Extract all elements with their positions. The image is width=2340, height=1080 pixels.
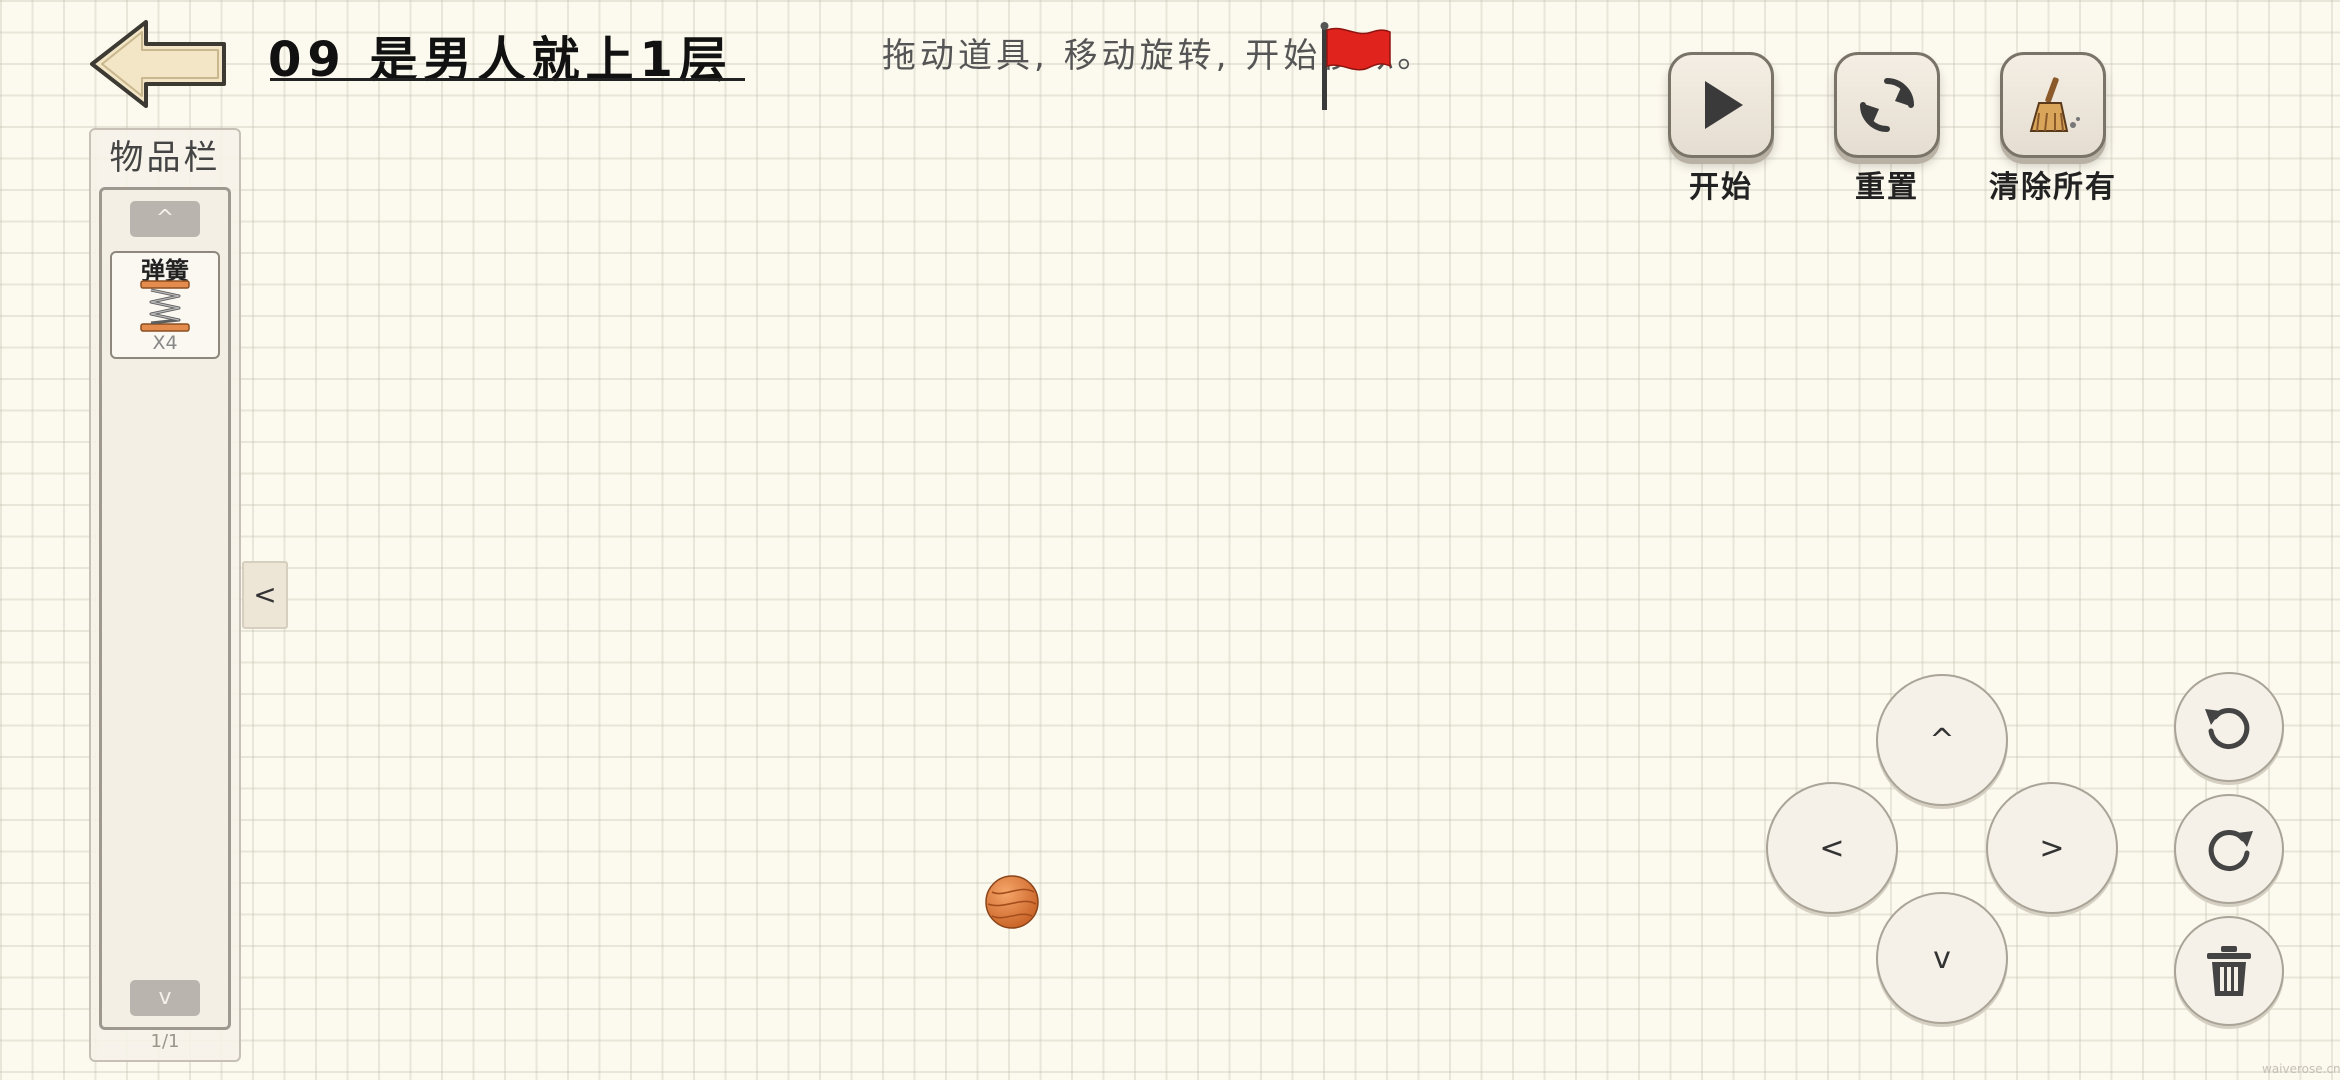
move-right-button[interactable]: > <box>1986 782 2118 914</box>
rotate-cw-icon <box>2208 830 2253 871</box>
inventory-title: 物品栏 <box>109 138 221 178</box>
clear-all-button[interactable] <box>2000 52 2106 158</box>
play-icon <box>1705 81 1743 129</box>
collapse-inventory-button[interactable]: < <box>242 561 288 629</box>
reset-button[interactable] <box>1834 52 1940 158</box>
move-up-button[interactable]: ^ <box>1876 674 2008 806</box>
flag-icon <box>1320 22 1391 110</box>
rotate-ccw-icon <box>2205 708 2250 749</box>
title-underline <box>270 78 745 81</box>
goal-flag <box>1318 22 1394 112</box>
inventory-page-indicator: 1/1 <box>150 1031 180 1052</box>
rotate-counterclockwise-button[interactable] <box>2174 672 2284 782</box>
back-arrow-icon <box>90 20 226 108</box>
move-down-button[interactable]: v <box>1876 892 2008 1024</box>
reset-label: 重置 <box>1855 170 1919 205</box>
delete-button[interactable] <box>2174 916 2284 1026</box>
reset-icon <box>1860 78 1914 132</box>
broom-icon <box>2029 77 2080 132</box>
move-left-button[interactable]: < <box>1766 782 1898 914</box>
inventory-scroll-down-button[interactable]: v <box>130 980 200 1016</box>
start-button[interactable] <box>1668 52 1774 158</box>
spring-icon <box>139 280 191 332</box>
inventory-item-count: X4 <box>152 332 178 354</box>
inventory-scroll-up-button[interactable]: ^ <box>130 201 200 237</box>
watermark: waiverose.cn <box>2262 1062 2340 1076</box>
ball <box>984 874 1040 930</box>
trash-icon <box>2207 946 2251 996</box>
rotate-clockwise-button[interactable] <box>2174 794 2284 904</box>
start-label: 开始 <box>1689 170 1753 205</box>
clear-all-label: 清除所有 <box>1989 170 2117 205</box>
back-button[interactable] <box>88 16 230 112</box>
